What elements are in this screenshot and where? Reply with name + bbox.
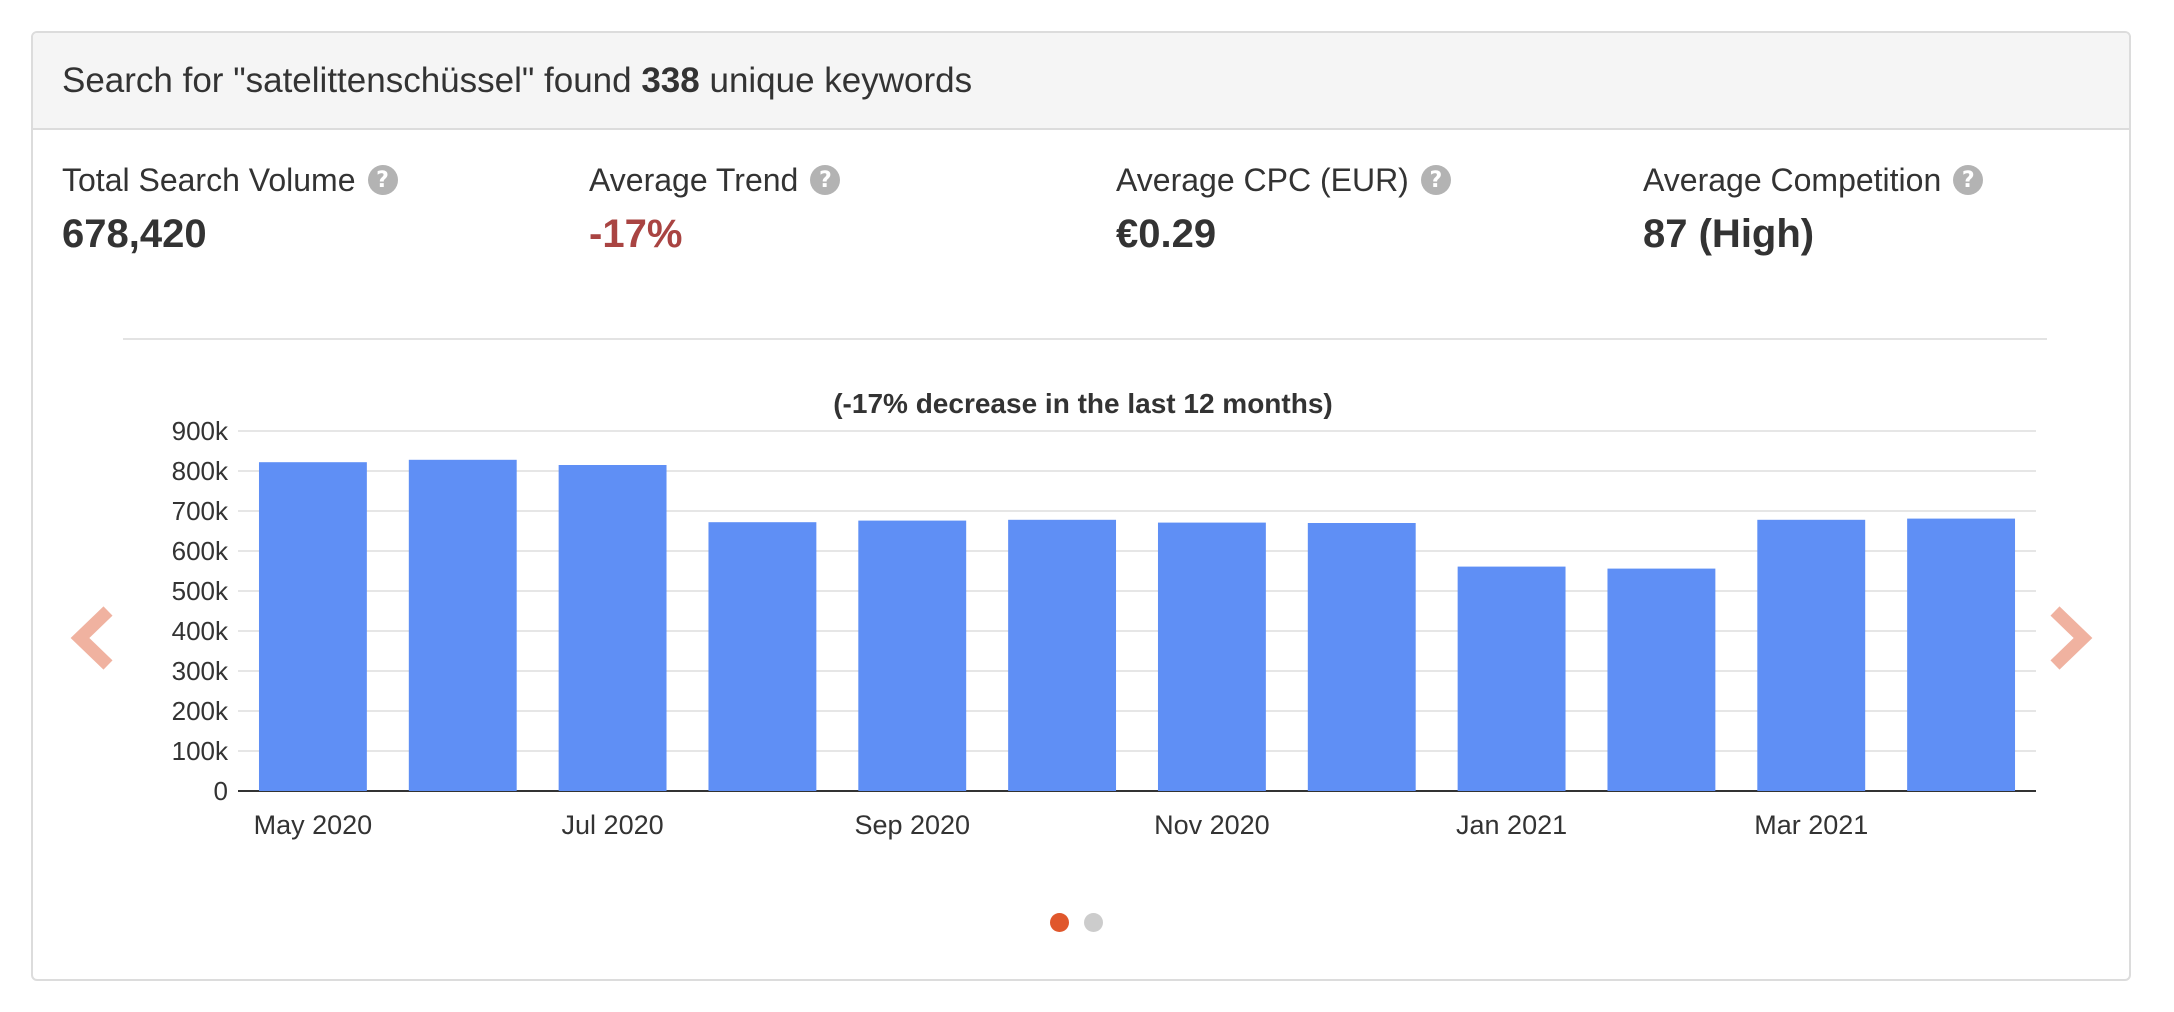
x-tick-label: Jul 2020 — [562, 810, 664, 840]
x-tick-label: Mar 2021 — [1754, 810, 1868, 840]
chevron-right-icon[interactable] — [2039, 603, 2099, 673]
y-tick-label: 700k — [172, 496, 229, 526]
y-tick-label: 400k — [172, 616, 229, 646]
y-tick-label: 500k — [172, 576, 229, 606]
y-tick-label: 900k — [172, 416, 229, 446]
chevron-left-icon[interactable] — [64, 603, 124, 673]
y-tick-label: 300k — [172, 656, 229, 686]
bar[interactable] — [1307, 523, 1416, 791]
bar[interactable] — [858, 520, 967, 791]
y-tick-label: 100k — [172, 736, 229, 766]
carousel-dot-2[interactable] — [1083, 913, 1103, 932]
bar[interactable] — [558, 465, 667, 791]
bar[interactable] — [708, 522, 817, 791]
y-tick-label: 600k — [172, 536, 229, 566]
keyword-summary-panel: Search for "satelittenschüssel" found 33… — [31, 31, 2131, 981]
y-tick-label: 200k — [172, 696, 229, 726]
y-tick-label: 0 — [214, 776, 228, 806]
y-tick-label: 800k — [172, 456, 229, 486]
x-tick-label: May 2020 — [254, 810, 373, 840]
bar[interactable] — [1157, 522, 1266, 791]
bar[interactable] — [1757, 519, 1866, 791]
bar[interactable] — [1457, 566, 1566, 791]
search-volume-bar-chart: 0 100k 200k 300k 400k 500k 600k 700k 800k 900k May… — [172, 416, 2036, 840]
bar[interactable] — [258, 462, 367, 791]
x-tick-label: Nov 2020 — [1154, 810, 1270, 840]
bar[interactable] — [408, 459, 517, 791]
bar[interactable] — [1607, 568, 1716, 791]
x-tick-label: Sep 2020 — [854, 810, 970, 840]
x-tick-label: Jan 2021 — [1456, 810, 1567, 840]
bar[interactable] — [1008, 519, 1117, 791]
carousel-dot-1[interactable] — [1049, 913, 1069, 932]
carousel-indicators — [33, 913, 2126, 932]
bar[interactable] — [1907, 518, 2016, 791]
